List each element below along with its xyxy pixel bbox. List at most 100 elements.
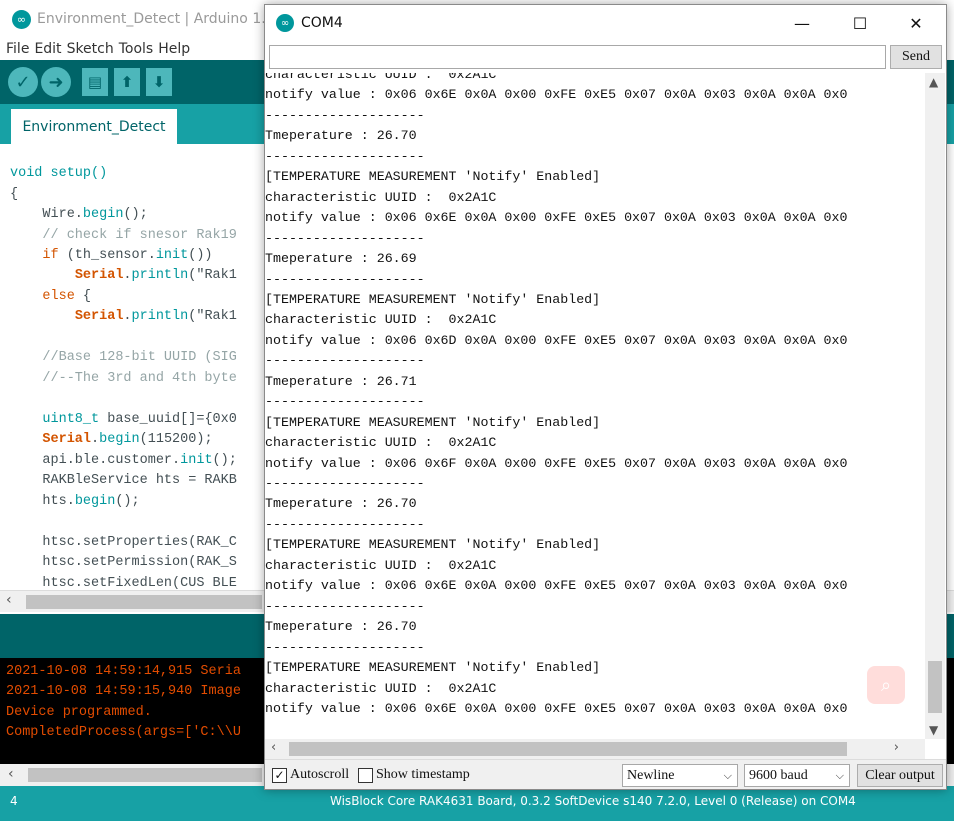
code-line: htsc.setFixedLen(CUS BLE [10,576,237,590]
code-token: { [74,289,92,304]
code-token: (th_sensor. [58,248,156,263]
code-token: Wire. [10,207,83,222]
code-token: begin [74,494,116,509]
serial-output-line: [TEMPERATURE MEASUREMENT 'Notify' Enable… [265,169,601,185]
serial-output-line: characteristic UUID : 0x2A1C [265,680,497,696]
serial-output-line: characteristic UUID : 0x2A1C [265,435,497,451]
code-token: Serial [42,432,92,447]
save-icon[interactable]: ⬇ [146,68,172,96]
close-icon[interactable]: ✕ [893,5,939,41]
serial-output-area[interactable]: characteristic UUID : 0x2A1C notify value… [265,73,925,739]
show-timestamp-option[interactable]: Show timestamp [358,766,470,784]
scrollbar-thumb[interactable] [289,742,847,756]
code-line: uint8_t base_uuid[]={0x0 [10,410,237,430]
serial-output-line: characteristic UUID : 0x2A1C [265,312,497,328]
output-horizontal-scrollbar[interactable]: ‹ › [265,739,925,759]
serial-output-line: notify value : 0x06 0x6D 0x0A 0x00 0xFE … [265,332,848,348]
autoscroll-option[interactable]: ✓ Autoscroll [272,766,349,784]
minimize-icon[interactable]: — [779,5,825,41]
scroll-down-icon[interactable]: ▼ [929,723,938,737]
open-icon[interactable]: ⬆ [114,68,140,96]
autoscroll-label: Autoscroll [290,767,350,782]
code-token: init [180,453,213,468]
scrollbar-thumb[interactable] [28,768,262,782]
serial-output-line: characteristic UUID : 0x2A1C [265,557,497,573]
tab-environment-detect[interactable]: Environment_Detect [11,109,177,144]
serial-output-line: characteristic UUID : 0x2A1C [265,189,497,205]
code-token: init [155,248,189,263]
console-line: Device programmed. [6,705,152,720]
code-token: (115200); [139,432,213,447]
code-line: htsc.setPermission(RAK_S [10,555,237,570]
console-line: 2021-10-08 14:59:15,940 Image [6,684,241,699]
code-token: else [42,289,75,304]
code-token: api.ble.customer. [10,453,181,468]
serial-output-line: notify value : 0x06 0x6E 0x0A 0x00 0xFE … [265,578,848,594]
code-comment: //Base 128-bit UUID (SIG [10,350,237,365]
code-token: if [42,248,59,263]
code-line: void setup() [10,164,107,184]
serial-output-line: [TEMPERATURE MEASUREMENT 'Notify' Enable… [265,414,601,430]
code-token: (); [123,207,148,222]
menu-sketch[interactable]: Sketch [67,41,114,57]
code-token: ("Rak1 [188,309,237,324]
show-timestamp-checkbox[interactable] [358,767,373,783]
scroll-left-icon[interactable]: ‹ [8,766,14,782]
menu-file[interactable]: File [6,41,29,57]
menu-edit[interactable]: Edit [34,41,61,57]
serial-output-line: -------------------- [265,598,425,614]
code-token: (); [115,494,140,509]
serial-output-line: [TEMPERATURE MEASUREMENT 'Notify' Enable… [265,660,601,676]
scrollbar-thumb[interactable] [928,661,942,713]
arduino-logo-icon: ∞ [12,9,31,29]
code-line: else { [10,287,91,307]
code-line: if (th_sensor.init()) [10,246,212,266]
code-comment: // check if snesor Rak19 [10,228,237,243]
code-token: begin [99,432,140,447]
verify-icon[interactable]: ✓ [8,67,38,97]
serial-monitor-title: COM4 [301,15,343,31]
code-token: Serial [74,309,124,324]
menu-help[interactable]: Help [158,41,190,57]
serial-output-line: notify value : 0x06 0x6F 0x0A 0x00 0xFE … [265,455,848,471]
maximize-icon[interactable]: ☐ [837,5,883,41]
upload-icon[interactable]: ➜ [41,67,71,97]
scroll-right-icon[interactable]: › [894,740,899,755]
scroll-up-icon[interactable]: ▲ [929,75,938,89]
scrollbar-thumb[interactable] [26,595,262,609]
code-line: Serial.begin(115200); [10,430,213,450]
line-ending-select[interactable]: Newline ⌵ [622,764,738,787]
serial-output-line: [TEMPERATURE MEASUREMENT 'Notify' Enable… [265,291,601,307]
code-token: . [123,309,132,324]
code-line: { [10,187,19,202]
code-token: Serial [74,268,124,283]
serial-output-line: -------------------- [265,639,425,655]
serial-output-line: Tmeperature : 26.71 [265,373,417,389]
new-icon[interactable]: ▤ [82,68,108,96]
scroll-left-icon[interactable]: ‹ [6,592,12,608]
serial-monitor-footer: ✓ Autoscroll Show timestamp Newline ⌵ 96… [265,759,946,789]
baud-rate-select[interactable]: 9600 baud ⌵ [744,764,850,787]
serial-output-line: -------------------- [265,476,425,491]
code-token: base_uuid[]={0x0 [99,412,237,427]
code-token: (); [212,453,237,468]
baud-rate-value: 9600 baud [749,768,808,783]
output-vertical-scrollbar[interactable]: ▲ ▼ [925,73,945,739]
status-board-info: WisBlock Core RAK4631 Board, 0.3.2 SoftD… [330,794,856,808]
serial-send-input[interactable] [269,45,886,69]
serial-output-line: Tmeperature : 26.70 [265,496,417,512]
clear-output-button[interactable]: Clear output [857,764,943,787]
zoom-overlay-icon[interactable]: ⌕ [867,666,905,704]
send-button[interactable]: Send [890,45,942,69]
code-line: Serial.println("Rak1 [10,266,237,286]
code-line: htsc.setProperties(RAK_C [10,535,237,550]
serial-output-line: Tmeperature : 26.70 [265,128,417,144]
console-line: CompletedProcess(args=['C:\\U [6,725,241,740]
autoscroll-checkbox[interactable]: ✓ [272,767,287,783]
scroll-left-icon[interactable]: ‹ [271,740,276,755]
menu-tools[interactable]: Tools [119,41,154,57]
